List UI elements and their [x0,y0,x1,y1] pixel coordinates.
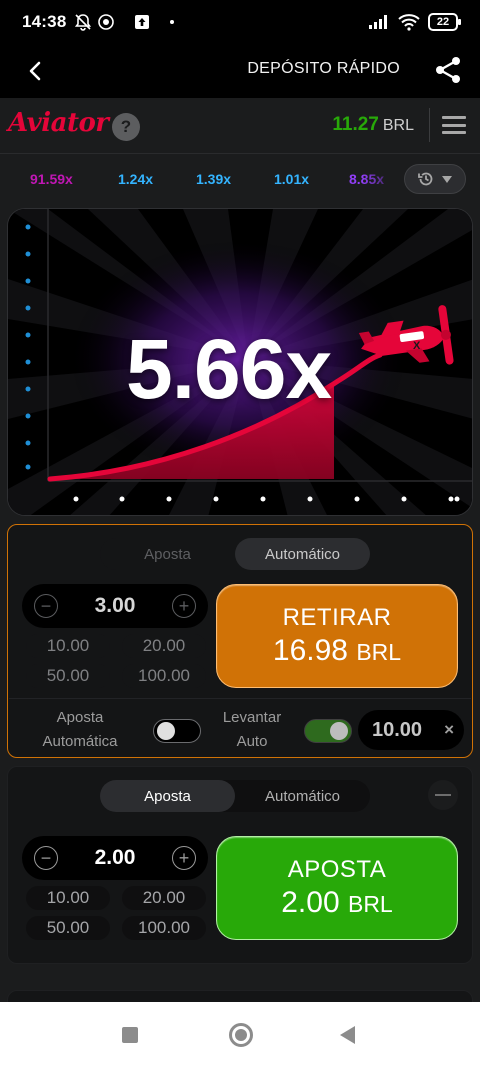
history-multiplier: 1.01x [274,171,310,187]
top-nav: DEPÓSITO RÁPIDO [0,44,480,98]
clear-auto-cashout-icon[interactable]: × [444,720,454,740]
cashout-currency: BRL [356,639,402,665]
cashout-amount: 16.98 [272,634,348,667]
wifi-icon [398,14,420,31]
history-multiplier: 1.39x [196,171,232,187]
toggle-knob [157,722,175,740]
battery-icon: 22 [428,13,461,31]
chrome-icon [98,14,115,30]
current-multiplier: 5.66x [126,322,332,416]
bet-panel-1-tabs: Aposta Automático [100,538,370,570]
quick-deposit-link[interactable]: DEPÓSITO RÁPIDO [247,60,400,78]
place-bet-button-label: APOSTA [287,856,387,883]
place-bet-button-amount-line: 2.00 BRL [281,886,392,920]
back-icon[interactable] [340,1026,355,1044]
status-icons-left [74,13,175,31]
status-icons-right: 22 [368,13,461,31]
place-bet-button[interactable]: APOSTA 2.00 BRL [216,836,458,940]
bell-off-icon [75,14,92,31]
quick-amount-chip[interactable]: 10.00 [26,886,110,910]
bet-button-amount: 2.00 [281,886,340,919]
bet-panel-2-amount-stepper: − 2.00 + [22,836,208,880]
auto-cashout-label-line2: Auto [236,733,268,750]
remove-bet-panel-button[interactable] [428,780,458,810]
toggle-knob [330,722,348,740]
decrease-amount-button[interactable]: − [34,846,58,870]
quick-amount-chip[interactable]: 20.00 [122,886,206,910]
auto-bet-label: Aposta Automática [30,706,130,754]
chevron-down-icon [442,176,452,183]
android-navigation-bar [0,1002,480,1066]
quick-amount-chip[interactable]: 20.00 [122,634,206,658]
bet-button-currency: BRL [347,891,393,917]
game-header: Aviator ? 11.27 BRL [0,98,480,154]
game-canvas: X 5.66x [7,208,473,516]
help-button[interactable]: ? [112,113,140,141]
history-clock-icon [418,172,433,186]
increase-amount-button[interactable]: + [172,846,196,870]
balance-currency: BRL [382,117,414,134]
quick-amount-chip[interactable]: 50.00 [26,916,110,940]
history-toggle-button[interactable] [404,164,466,194]
history-multiplier: 1.24x [118,171,154,187]
back-arrow-icon[interactable] [20,56,50,86]
history-fade [362,164,402,194]
auto-cashout-label: Levantar Auto [212,706,292,754]
status-time: 14:38 [22,12,67,31]
tab-bet[interactable]: Aposta [100,538,235,570]
bet-panel-2-tabs: Aposta Automático [100,780,370,812]
share-icon[interactable] [432,54,464,86]
home-icon[interactable] [229,1023,253,1047]
quick-amount-chip[interactable]: 50.00 [26,664,110,688]
auto-cashout-value[interactable]: 10.00 [372,719,422,742]
decrease-amount-button[interactable]: − [34,594,58,618]
bet-panel-1-divider [9,698,471,699]
signal-icon [369,15,387,29]
balance-amount: 11.27 [332,114,379,135]
recent-apps-icon[interactable] [122,1027,138,1043]
cashout-button-label: RETIRAR [282,604,392,631]
bet-amount-value[interactable]: 2.00 [95,846,136,870]
auto-bet-label-line2: Automática [42,733,118,750]
auto-cashout-toggle[interactable] [304,719,352,743]
tab-auto[interactable]: Automático [235,780,370,812]
history-multiplier: 91.59x [30,171,73,187]
bet-panel-2-quick-amounts: 10.00 20.00 50.00 100.00 [26,886,206,940]
auto-bet-label-line1: Aposta [56,709,104,726]
quick-amount-chip[interactable]: 10.00 [26,634,110,658]
header-divider [429,108,430,142]
auto-bet-toggle[interactable] [153,719,201,743]
balance-display: 11.27 BRL [332,114,414,136]
auto-cashout-label-line1: Levantar [222,709,282,726]
aviator-logo: Aviator [8,108,109,138]
multiplier-history: 91.59x 1.24x 1.39x 1.01x 8.85x [0,154,480,204]
quick-amount-chip[interactable]: 100.00 [122,916,206,940]
auto-cashout-input[interactable]: 10.00 × [358,710,464,750]
hamburger-menu-icon[interactable] [442,116,466,134]
battery-level: 22 [436,16,450,28]
bet-panel-1-quick-amounts: 10.00 20.00 50.00 100.00 [26,634,206,688]
cashout-button-amount-line: 16.98 BRL [273,634,401,668]
more-notifications-dot-icon [170,20,175,24]
quick-amount-chip[interactable]: 100.00 [122,664,206,688]
status-bar: 14:38 22 [0,0,480,44]
cashout-button[interactable]: RETIRAR 16.98 BRL [216,584,458,688]
game-area-wrapper: X 5.66x [0,204,480,520]
bet-amount-value[interactable]: 3.00 [95,594,136,618]
plane-marks: X [413,340,421,352]
minus-icon [435,794,451,796]
bet-panel-1-amount-stepper: − 3.00 + [22,584,208,628]
upload-notification-icon [135,15,150,29]
tab-bet[interactable]: Aposta [100,780,235,812]
tab-auto[interactable]: Automático [235,538,370,570]
increase-amount-button[interactable]: + [172,594,196,618]
